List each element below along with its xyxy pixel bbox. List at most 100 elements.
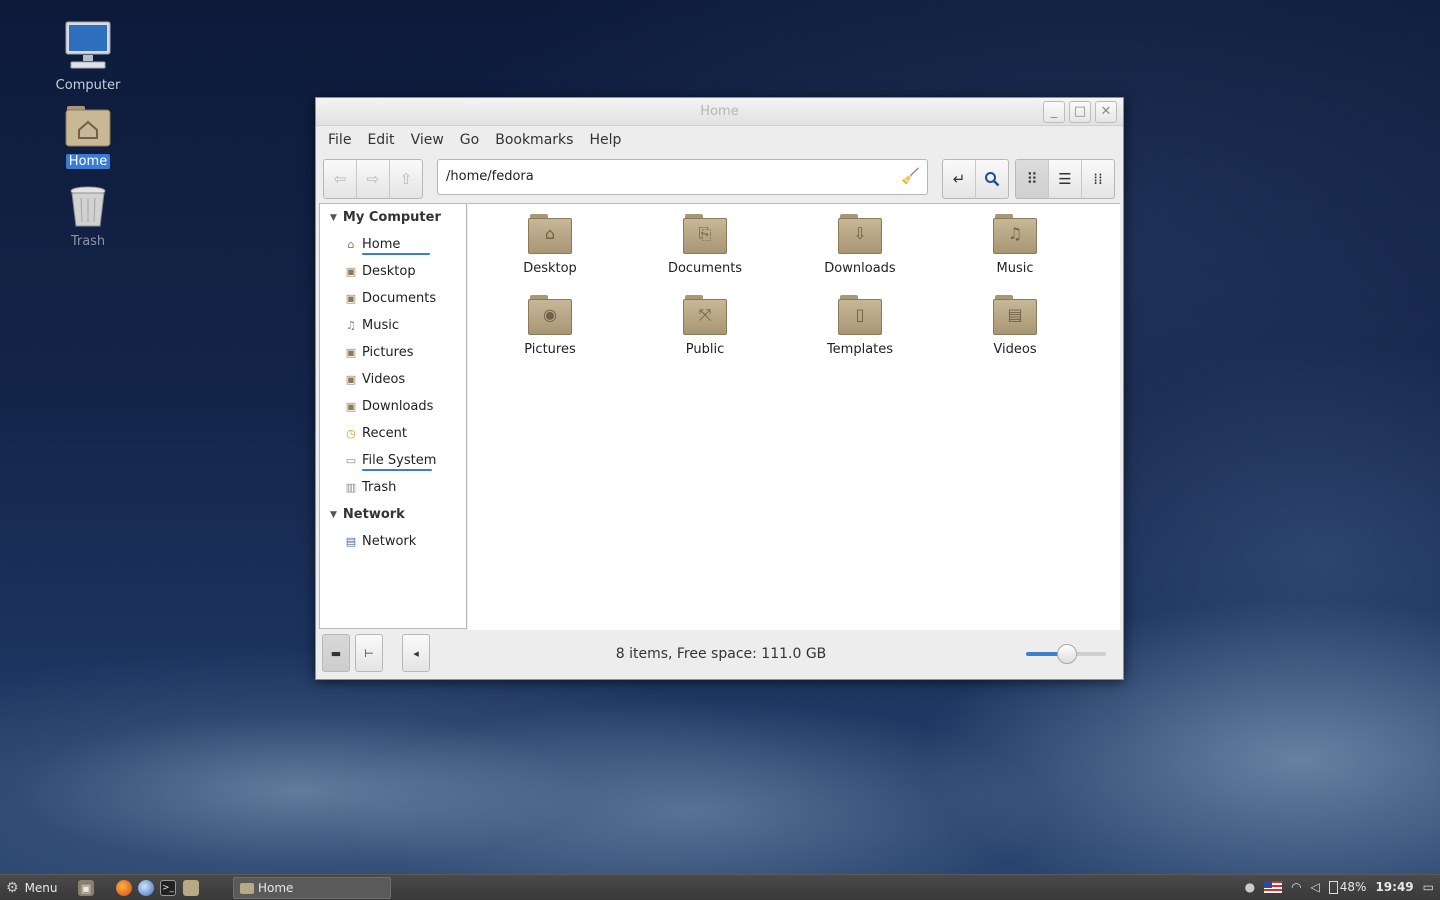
minimize-button[interactable]: _ — [1043, 101, 1065, 123]
file-item-templates[interactable]: ▯ Templates — [785, 287, 935, 357]
trash-icon — [70, 186, 106, 227]
desktop-icon-computer[interactable]: Computer — [48, 20, 128, 93]
sidebar-item-pictures[interactable]: ▣ Pictures — [320, 339, 466, 366]
taskbar-window-home[interactable]: Home — [233, 877, 391, 899]
file-item-downloads[interactable]: ⇩ Downloads — [785, 206, 935, 276]
file-manager-window: Home _ □ ✕ File Edit View Go Bookmarks H… — [315, 97, 1124, 680]
forward-arrow-icon: ⇨ — [366, 170, 380, 188]
sidebar-item-label: Network — [362, 534, 417, 549]
maximize-button[interactable]: □ — [1069, 101, 1091, 123]
desktop-icon-label: Trash — [70, 234, 106, 249]
zoom-slider[interactable] — [1026, 644, 1106, 664]
network-icon: ▤ — [345, 535, 357, 548]
folder-icon — [240, 882, 254, 894]
hide-sidebar-button[interactable]: ◂ — [402, 634, 430, 672]
sidebar-item-label: Pictures — [362, 345, 414, 360]
list-view-button[interactable]: ☰ — [1049, 160, 1082, 198]
expand-triangle-icon: ▼ — [330, 509, 337, 520]
documents-folder-icon: ⎘ — [683, 214, 727, 254]
desktop-icon-trash[interactable]: Trash — [48, 184, 128, 249]
clear-location-icon[interactable]: 🧹 — [901, 167, 920, 185]
battery-indicator[interactable]: 48% — [1328, 880, 1366, 894]
toggle-location-button[interactable]: ↵ — [943, 160, 976, 198]
menu-view[interactable]: View — [403, 132, 452, 148]
file-name: Templates — [826, 342, 894, 357]
task-label: Home — [258, 881, 294, 895]
gear-icon: ⚙ — [6, 880, 19, 896]
sidebar-item-home[interactable]: ⌂ Home — [320, 231, 466, 258]
file-item-public[interactable]: ⤧ Public — [630, 287, 780, 357]
menu-bookmarks[interactable]: Bookmarks — [487, 132, 581, 148]
toolbar: ⇦ ⇨ ⇧ 🧹 ↵ ⠿ ☰ ⁞⁞ — [316, 154, 1123, 202]
file-item-videos[interactable]: ▤ Videos — [940, 287, 1090, 357]
videos-folder-icon: ▤ — [993, 295, 1037, 335]
sidebar-item-documents[interactable]: ▣ Documents — [320, 285, 466, 312]
file-name: Music — [996, 261, 1034, 276]
menu-help[interactable]: Help — [581, 132, 629, 148]
search-icon — [985, 172, 1000, 187]
folder-icon: ▬ — [330, 646, 342, 660]
location-input[interactable] — [446, 169, 886, 184]
sidebar-item-file-system[interactable]: ▭ File System — [320, 447, 466, 474]
us-flag-icon[interactable] — [1264, 881, 1283, 893]
file-name: Pictures — [524, 342, 576, 357]
clock[interactable]: 19:49 — [1375, 880, 1413, 894]
menu-file[interactable]: File — [320, 132, 359, 148]
menu-edit[interactable]: Edit — [359, 132, 402, 148]
status-bar: ▬ ⊢ ◂ 8 items, Free space: 111.0 GB — [316, 631, 1123, 679]
sidebar-toggle-icon: ◂ — [413, 646, 419, 660]
sidebar-item-label: File System — [362, 453, 437, 468]
search-button[interactable] — [976, 160, 1008, 198]
show-treeview-button[interactable]: ⊢ — [355, 634, 383, 672]
icon-view-button[interactable]: ⠿ — [1016, 160, 1049, 198]
sidebar-item-desktop[interactable]: ▣ Desktop — [320, 258, 466, 285]
sidebar-item-label: Trash — [362, 480, 397, 495]
thunderbird-icon[interactable] — [138, 880, 154, 896]
status-text: 8 items, Free space: 111.0 GB — [615, 646, 827, 662]
desktop-icon-label: Home — [65, 154, 111, 169]
back-button[interactable]: ⇦ — [324, 160, 357, 198]
window-title: Home — [700, 104, 739, 119]
tree-icon: ⊢ — [364, 646, 374, 660]
firefox-icon[interactable] — [116, 880, 132, 896]
back-arrow-icon: ⇦ — [333, 170, 347, 188]
file-item-pictures[interactable]: ◉ Pictures — [475, 287, 625, 357]
menu-bar: File Edit View Go Bookmarks Help — [316, 126, 1123, 154]
file-name: Public — [685, 342, 725, 357]
sidebar-item-network[interactable]: ▤ Network — [320, 528, 466, 555]
icon-view-icon: ⠿ — [1026, 170, 1038, 188]
files-icon[interactable] — [183, 880, 199, 896]
wifi-icon[interactable]: ◠ — [1291, 880, 1301, 894]
sidebar-item-videos[interactable]: ▣ Videos — [320, 366, 466, 393]
show-desktop-icon[interactable]: ▣ — [78, 880, 94, 896]
file-item-documents[interactable]: ⎘ Documents — [630, 206, 780, 276]
menu-button[interactable]: ⚙ Menu — [6, 880, 58, 896]
up-button[interactable]: ⇧ — [390, 160, 422, 198]
list-view-icon: ☰ — [1058, 170, 1072, 188]
compact-view-button[interactable]: ⁞⁞ — [1082, 160, 1114, 198]
user-icon[interactable]: ● — [1245, 880, 1255, 894]
sidebar-item-trash[interactable]: ▥ Trash — [320, 474, 466, 501]
sidebar-section-network[interactable]: ▼ Network — [320, 501, 466, 528]
file-item-desktop[interactable]: ⌂ Desktop — [475, 206, 625, 276]
menu-go[interactable]: Go — [452, 132, 487, 148]
window-titlebar[interactable]: Home _ □ ✕ — [316, 98, 1123, 126]
window-list-icon[interactable]: ▭ — [1423, 880, 1434, 894]
file-name: Documents — [667, 261, 743, 276]
desktop-icon-home[interactable]: Home — [48, 104, 128, 169]
show-places-button[interactable]: ▬ — [322, 634, 350, 672]
terminal-icon[interactable]: >_ — [160, 880, 176, 896]
recent-clock-icon: ◷ — [346, 427, 356, 440]
volume-icon[interactable]: ◁ — [1311, 880, 1320, 894]
sidebar-section-my-computer[interactable]: ▼ My Computer — [320, 204, 466, 231]
location-bar: 🧹 — [437, 159, 928, 195]
zoom-slider-knob[interactable] — [1057, 644, 1077, 664]
sidebar-item-downloads[interactable]: ▣ Downloads — [320, 393, 466, 420]
file-item-music[interactable]: ♫ Music — [940, 206, 1090, 276]
close-button[interactable]: ✕ — [1095, 101, 1117, 123]
sidebar-item-recent[interactable]: ◷ Recent — [320, 420, 466, 447]
sidebar-item-label: Desktop — [362, 264, 416, 279]
sidebar-item-music[interactable]: ♫ Music — [320, 312, 466, 339]
forward-button[interactable]: ⇨ — [357, 160, 390, 198]
downloads-folder-icon: ▣ — [345, 400, 357, 413]
